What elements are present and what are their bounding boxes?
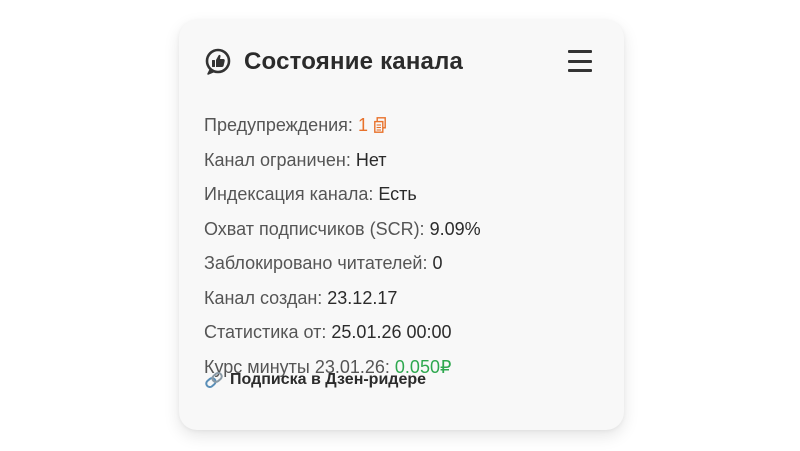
row-label: Заблокировано читателей: [204,253,433,273]
link-icon [205,371,223,389]
thumbs-up-bubble-icon [204,48,232,76]
row-stats-date: Статистика от: 25.01.26 00:00 [204,315,481,350]
warnings-count[interactable]: 1 [358,115,368,135]
created-value: 23.12.17 [327,287,398,308]
restricted-value: Нет [355,149,387,170]
zen-reader-subscribe-link[interactable]: Подписка в Дзен-ридере [204,371,426,389]
row-warnings: Предупреждения: 1 [204,108,481,143]
link-label[interactable]: Подписка в Дзен-ридере [230,371,426,389]
scr-value: 9.09% [429,218,481,239]
row-scr: Охват подписчиков (SCR): 9.09% [204,212,481,247]
hamburger-menu-icon[interactable] [568,48,594,74]
channel-status-card: Состояние канала Предупреждения: 1 Канал… [179,20,624,430]
status-rows: Предупреждения: 1 Канал ограничен: Нет И… [204,108,481,384]
stats-date-value: 25.01.26 00:00 [331,322,452,342]
row-indexing: Индексация канала: Есть [204,177,481,212]
row-restricted: Канал ограничен: Нет [204,143,481,178]
row-label: Охват подписчиков (SCR): [204,218,430,239]
copy-icon[interactable] [374,117,386,133]
row-label: Канал ограничен: [204,149,356,170]
row-label: Статистика от: [204,322,332,342]
row-label: Предупреждения: [204,115,358,135]
row-label: Индексация канала: [204,184,379,204]
blocked-value: 0 [432,253,443,273]
row-blocked: Заблокировано читателей: 0 [204,246,481,281]
row-label: Канал создан: [204,287,328,308]
card-title: Состояние канала [244,48,464,75]
card-header: Состояние канала [204,45,594,79]
row-created: Канал создан: 23.12.17 [204,281,481,316]
indexing-value: Есть [378,184,417,204]
